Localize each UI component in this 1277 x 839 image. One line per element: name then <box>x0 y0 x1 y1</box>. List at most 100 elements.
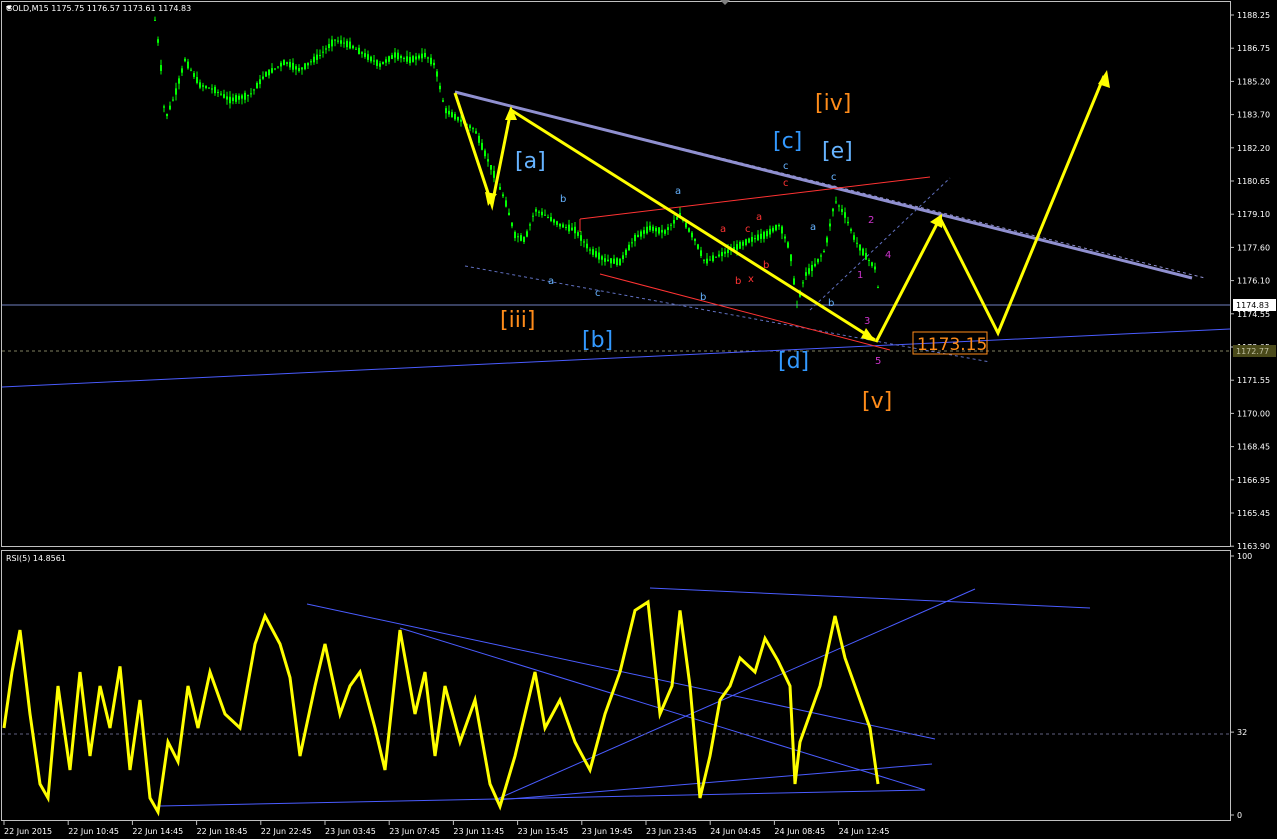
price-axis-label: 1185.20 <box>1237 77 1270 86</box>
candle-body <box>478 135 480 143</box>
lower-support-line[interactable] <box>1 328 1231 388</box>
candle-body <box>385 59 387 63</box>
rsi-trendline-4 <box>494 588 976 801</box>
price-axis-label: 1182.20 <box>1237 144 1270 153</box>
candle-body <box>526 231 528 237</box>
candle-body <box>250 93 252 95</box>
candle-body <box>244 92 246 100</box>
candle-body <box>166 113 168 117</box>
candle-body <box>838 205 840 207</box>
candle-body <box>475 131 477 134</box>
candle-body <box>598 252 600 260</box>
candle-body <box>661 229 663 233</box>
candle-body <box>238 95 240 100</box>
candle-body <box>274 68 276 70</box>
candle-body <box>691 232 693 238</box>
candle-body <box>382 61 384 65</box>
candle-body <box>667 227 669 231</box>
projection-path-left[interactable] <box>453 92 876 342</box>
candle-body <box>283 60 285 66</box>
price-axis-label: 1166.95 <box>1237 476 1270 485</box>
panel-divider-marker-icon <box>720 0 730 5</box>
candle-body <box>469 125 471 129</box>
candle-body <box>415 56 417 60</box>
candle-body <box>580 235 582 241</box>
price-axis-label: 1171.55 <box>1237 376 1270 385</box>
time-axis-label: 23 Jun 19:45 <box>582 827 633 836</box>
candle-body <box>427 57 429 59</box>
candle-body <box>265 72 267 77</box>
candle-body <box>853 235 855 240</box>
candle-body <box>328 43 330 49</box>
candle-body <box>586 243 588 249</box>
candle-body <box>499 187 501 190</box>
candle-body <box>445 108 447 114</box>
price-axis: 1188.25 1186.75 1185.20 1183.70 1182.20 1180.… <box>1230 11 1270 551</box>
upper-trendline-dashed <box>454 91 1206 279</box>
time-axis-label: 23 Jun 07:45 <box>389 827 440 836</box>
rsi-trendline-6 <box>159 789 926 807</box>
time-axis-label: 22 Jun 22:45 <box>261 827 312 836</box>
candle-body <box>358 47 360 55</box>
candle-body <box>643 230 645 234</box>
candle-body <box>448 110 450 115</box>
minor-wave-label: c <box>783 161 789 172</box>
time-axis-label: 24 Jun 08:45 <box>774 827 825 836</box>
price-axis-label: 1188.25 <box>1237 11 1270 20</box>
candle-body <box>439 85 441 90</box>
rsi-axis: 100 32 0 <box>1230 552 1252 820</box>
wave-label: [b] <box>582 328 613 353</box>
candle-body <box>301 67 303 70</box>
minor-wave-label: b <box>763 260 769 271</box>
candle-body <box>835 201 837 203</box>
price-axis-label: 1168.45 <box>1237 443 1270 452</box>
candle-body <box>394 52 396 58</box>
projection-path-right[interactable] <box>874 75 1106 343</box>
time-axis-label: 22 Jun 2015 <box>4 827 52 836</box>
candle-body <box>538 211 540 213</box>
candle-body <box>703 259 705 261</box>
candle-body <box>157 39 159 43</box>
candle-body <box>784 236 786 239</box>
candle-body <box>568 224 570 232</box>
candle-body <box>802 282 804 284</box>
candle-body <box>757 234 759 241</box>
time-axis-label: 23 Jun 23:45 <box>646 827 697 836</box>
candle-body <box>724 251 726 254</box>
candle-body <box>652 226 654 231</box>
candle-body <box>571 227 573 231</box>
minor-wave-label: 4 <box>885 250 891 261</box>
candle-body <box>604 258 606 262</box>
candle-body <box>544 214 546 216</box>
candle-body <box>751 236 753 242</box>
candle-body <box>193 73 195 77</box>
price-axis-label: 1179.10 <box>1237 210 1270 219</box>
candle-body <box>214 86 216 94</box>
candle-body <box>706 258 708 264</box>
candle-body <box>841 209 843 212</box>
chart-canvas: GOLD,M15 1175.75 1176.57 1173.61 1174.83… <box>1 0 1276 836</box>
time-axis: 22 Jun 2015 22 Jun 10:45 22 Jun 14:45 22 Ju… <box>3 821 889 836</box>
dotted-level-tag-label: 1172.77 <box>1236 347 1269 356</box>
candle-body <box>529 224 531 226</box>
candle-body <box>217 91 219 93</box>
candle-body <box>577 232 579 236</box>
minor-wave-label: 5 <box>875 356 881 367</box>
minor-wave-label: c <box>745 224 751 235</box>
minor-wave-label: b <box>700 292 706 303</box>
candle-body <box>181 68 183 73</box>
candle-body <box>871 262 873 266</box>
candle-body <box>331 39 333 47</box>
candle-body <box>196 77 198 83</box>
candle-body <box>433 62 435 66</box>
candle-body <box>340 40 342 44</box>
candle-body <box>775 225 777 231</box>
candle-body <box>718 254 720 257</box>
candle-body <box>868 259 870 261</box>
candle-body <box>235 95 237 102</box>
minor-wave-label: b <box>560 194 566 205</box>
candle-body <box>817 258 819 263</box>
minor-wave-label: b <box>828 298 834 309</box>
candle-body <box>583 241 585 243</box>
candle-body <box>424 52 426 58</box>
